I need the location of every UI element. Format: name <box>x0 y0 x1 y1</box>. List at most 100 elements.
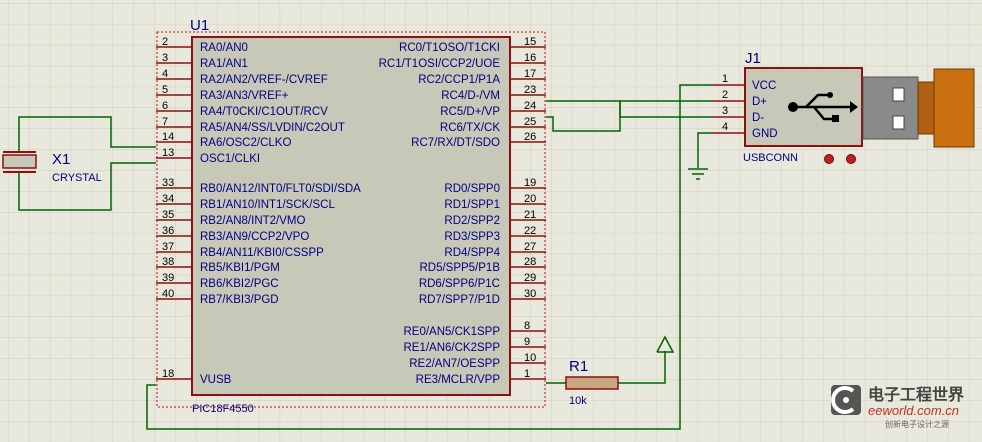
pin-number: 35 <box>162 209 174 221</box>
usb-probe-dot-2 <box>846 154 856 164</box>
resistor-body <box>565 376 619 390</box>
watermark-title: 电子工程世界 <box>868 385 964 404</box>
pin-number: 10 <box>524 352 536 364</box>
pin-number: 18 <box>162 368 174 380</box>
usb-probe-dot-1 <box>824 154 834 164</box>
pin-number: 26 <box>524 131 536 143</box>
pin-number: 3 <box>722 105 728 117</box>
usb-plug-grip <box>933 68 975 148</box>
pin-number: 2 <box>722 89 728 101</box>
pin-label: RA3/AN3/VREF+ <box>200 90 289 102</box>
pin-label: RD5/SPP5/P1B <box>419 262 500 274</box>
pin-number: 7 <box>162 116 168 128</box>
pin-number: 23 <box>524 84 536 96</box>
resistor-value: 10k <box>569 395 587 407</box>
pin-label: D+ <box>752 96 767 108</box>
usb-ref: J1 <box>745 50 761 67</box>
crystal-ref: X1 <box>52 151 70 168</box>
pin-number: 4 <box>722 121 728 133</box>
usb-plug-hole-2 <box>892 115 905 130</box>
pin-label: RD7/SPP7/P1D <box>419 294 500 306</box>
pin-label: RC0/T1OSO/T1CKI <box>399 42 500 54</box>
pin-number: 4 <box>162 68 168 80</box>
pin-number: 2 <box>162 36 168 48</box>
watermark-site: eeworld.com.cn <box>868 403 959 418</box>
pin-label: RD0/SPP0 <box>444 183 500 195</box>
usb-plug-neck <box>917 81 935 135</box>
watermark-tagline: 创新电子设计之源 <box>885 419 949 429</box>
pin-label: RD3/SPP3 <box>444 231 500 243</box>
pin-number: 6 <box>162 100 168 112</box>
pin-label: RC7/RX/DT/SDO <box>411 137 500 149</box>
pin-label: VCC <box>752 80 776 92</box>
pin-label: RE0/AN5/CK1SPP <box>403 326 500 338</box>
usb-part-label: USBCONN <box>743 152 798 164</box>
pin-number: 34 <box>162 193 174 205</box>
pin-label: RB6/KBI2/PGC <box>200 278 279 290</box>
pin-label: RC4/D-/VM <box>441 90 500 102</box>
pin-label: RA4/T0CKI/C1OUT/RCV <box>200 106 328 118</box>
pin-label: RE2/AN7/OESPP <box>409 358 500 370</box>
schematic-canvas: U1 PIC18F4550 2 RA0/AN0 3 RA1/AN1 4 RA2/AN2/V… <box>0 0 982 442</box>
pin-number: 1 <box>524 368 530 380</box>
pin-number: 8 <box>524 320 530 332</box>
pin-label: RC1/T1OSI/CCP2/UOE <box>379 58 501 70</box>
pin-number: 24 <box>524 100 536 112</box>
chip-part-label: PIC18F4550 <box>192 403 254 415</box>
pin-label: RA6/OSC2/CLKO <box>200 137 291 149</box>
pin-number: 13 <box>162 147 174 159</box>
pin-number: 27 <box>524 241 536 253</box>
resistor-ref: R1 <box>569 358 588 375</box>
pin-number: 9 <box>524 336 530 348</box>
pin-number: 14 <box>162 131 174 143</box>
pin-label: RD6/SPP6/P1C <box>419 278 500 290</box>
pin-label: RB7/KBI3/PGD <box>200 294 279 306</box>
pin-number: 25 <box>524 116 536 128</box>
pin-number: 1 <box>722 73 728 85</box>
usb-plug-metal <box>862 76 919 140</box>
pin-label: VUSB <box>200 374 232 386</box>
pin-number: 3 <box>162 52 168 64</box>
pin-label: RD4/SPP4 <box>444 247 500 259</box>
eeworld-logo-icon <box>831 385 861 415</box>
pin-number: 5 <box>162 84 168 96</box>
pin-label: RE3/MCLR/VPP <box>416 374 501 386</box>
pin-label: RA2/AN2/VREF-/CVREF <box>200 74 328 86</box>
pin-number: 19 <box>524 177 536 189</box>
pin-label: RC2/CCP1/P1A <box>418 74 500 86</box>
pin-label: RA1/AN1 <box>200 58 248 70</box>
pin-label: RB4/AN11/KBI0/CSSPP <box>200 247 324 259</box>
pin-number: 33 <box>162 177 174 189</box>
pin-label: RC6/TX/CK <box>440 122 500 134</box>
pin-number: 16 <box>524 52 536 64</box>
pin-label: D- <box>752 112 764 124</box>
pin-label: RB2/AN8/INT2/VMO <box>200 215 305 227</box>
pin-label: RA5/AN4/SS/LVDIN/C2OUT <box>200 122 345 134</box>
pin-number: 22 <box>524 225 536 237</box>
pin-label: RE1/AN6/CK2SPP <box>403 342 500 354</box>
pin-number: 17 <box>524 68 536 80</box>
pin-label: GND <box>752 128 778 140</box>
pin-label: RB3/AN9/CCP2/VPO <box>200 231 309 243</box>
pin-number: 38 <box>162 256 174 268</box>
pin-number: 39 <box>162 272 174 284</box>
pin-label: RB5/KBI1/PGM <box>200 262 280 274</box>
chip-ref: U1 <box>190 17 209 34</box>
pin-label: RD1/SPP1 <box>444 199 500 211</box>
pin-label: RD2/SPP2 <box>444 215 500 227</box>
pin-number: 21 <box>524 209 536 221</box>
pin-label: RB1/AN10/INT1/SCK/SCL <box>200 199 335 211</box>
pin-number: 37 <box>162 241 174 253</box>
pin-number: 28 <box>524 256 536 268</box>
pin-number: 40 <box>162 288 174 300</box>
pin-label: RC5/D+/VP <box>440 106 500 118</box>
pin-number: 20 <box>524 193 536 205</box>
pin-number: 30 <box>524 288 536 300</box>
pin-label: OSC1/CLKI <box>200 153 260 165</box>
crystal-value: CRYSTAL <box>52 172 102 184</box>
crystal-body <box>2 154 37 169</box>
pin-number: 36 <box>162 225 174 237</box>
pin-number: 29 <box>524 272 536 284</box>
microcontroller-u1[interactable]: U1 PIC18F4550 2 RA0/AN0 3 RA1/AN1 4 RA2/AN2/V… <box>156 17 546 415</box>
pin-number: 15 <box>524 36 536 48</box>
